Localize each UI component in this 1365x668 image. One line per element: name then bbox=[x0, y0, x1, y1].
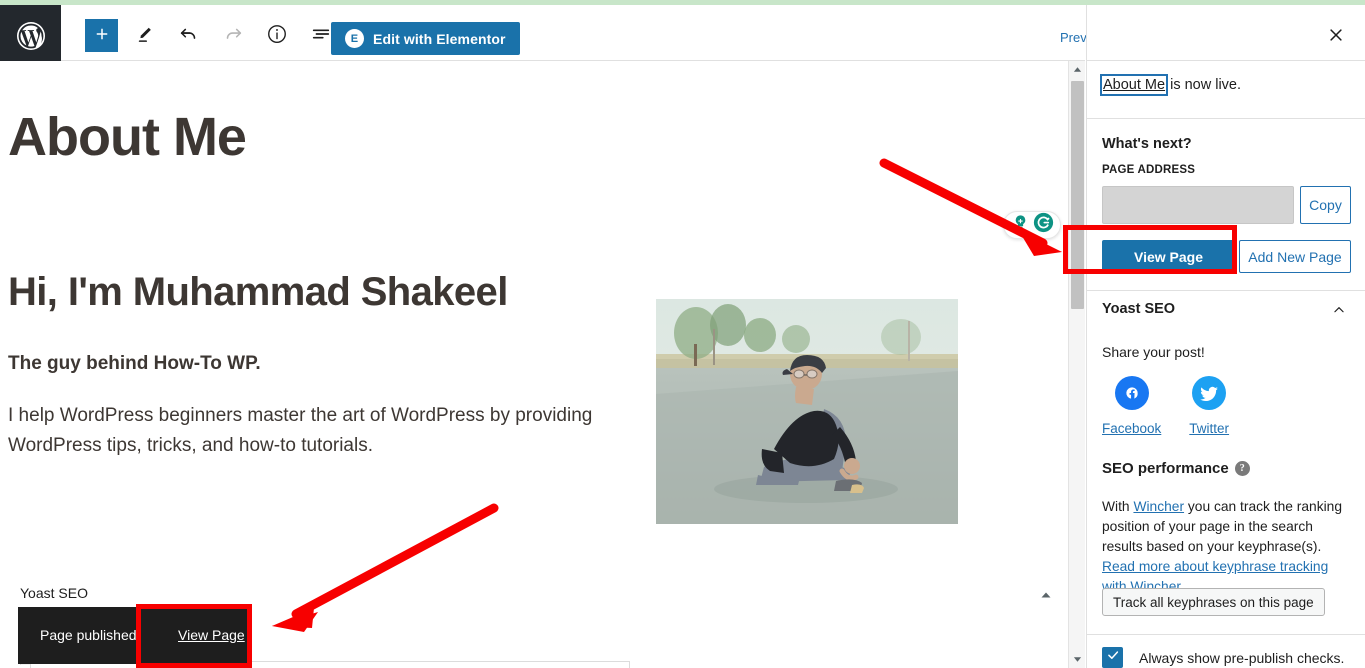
snackbar-view-page-button[interactable]: View Page bbox=[178, 627, 245, 643]
scrollbar-thumb[interactable] bbox=[1071, 81, 1084, 309]
edit-with-elementor-label: Edit with Elementor bbox=[373, 30, 506, 47]
share-facebook-label: Facebook bbox=[1102, 421, 1162, 436]
wordpress-logo-button[interactable] bbox=[0, 5, 61, 66]
person-on-road-image bbox=[656, 299, 958, 524]
snackbar-message: Page published. bbox=[40, 627, 141, 643]
copy-button[interactable]: Copy bbox=[1300, 186, 1351, 224]
elementor-badge-icon: E bbox=[345, 29, 364, 48]
redo-button[interactable] bbox=[216, 19, 250, 53]
page-title-block[interactable]: About Me bbox=[8, 106, 247, 168]
image-block[interactable] bbox=[656, 299, 958, 524]
page-address-input[interactable] bbox=[1102, 186, 1294, 224]
scrollbar-down-arrow[interactable] bbox=[1069, 651, 1086, 668]
editor-top-bar: E Edit with Elementor Prev bbox=[0, 5, 1087, 66]
pre-publish-sidebar: About Me is now live. What's next? PAGE … bbox=[1086, 5, 1365, 668]
bold-intro-block[interactable]: The guy behind How-To WP. bbox=[8, 353, 261, 375]
checkmark-icon bbox=[1106, 648, 1120, 667]
published-notice: About Me is now live. bbox=[1099, 74, 1242, 96]
undo-button[interactable] bbox=[172, 19, 206, 53]
page-address-label: PAGE ADDRESS bbox=[1102, 164, 1196, 176]
yoast-metabox-title: Yoast SEO bbox=[20, 585, 88, 601]
tools-pencil-button[interactable] bbox=[128, 19, 162, 53]
question-mark-icon[interactable]: ? bbox=[1234, 461, 1250, 476]
sidebar-divider-1 bbox=[1087, 118, 1365, 119]
heading-block[interactable]: Hi, I'm Muhammad Shakeel bbox=[8, 270, 508, 315]
prepublish-checkbox[interactable] bbox=[1102, 647, 1123, 668]
prepublish-checks-label: Always show pre-publish checks. bbox=[1139, 649, 1345, 666]
redo-arrow-icon bbox=[222, 23, 244, 48]
facebook-icon bbox=[1114, 376, 1149, 415]
share-facebook-button[interactable]: Facebook bbox=[1102, 376, 1161, 436]
scrollbar-up-arrow[interactable] bbox=[1069, 61, 1086, 78]
close-icon[interactable] bbox=[1324, 23, 1348, 47]
info-circle-icon bbox=[266, 23, 288, 48]
grammarly-widget[interactable] bbox=[1003, 211, 1061, 239]
seo-performance-label: SEO performance bbox=[1102, 460, 1229, 477]
prepublish-checks-row: Always show pre-publish checks. bbox=[1102, 647, 1344, 668]
published-page-link[interactable]: About Me bbox=[1099, 74, 1169, 96]
sidebar-divider-3 bbox=[1087, 634, 1365, 635]
wincher-text-part-1: With bbox=[1102, 499, 1134, 514]
view-page-button[interactable]: View Page bbox=[1102, 240, 1235, 273]
wincher-description: With Wincher you can track the ranking p… bbox=[1102, 497, 1354, 597]
undo-arrow-icon bbox=[178, 23, 200, 48]
share-twitter-label: Twitter bbox=[1189, 421, 1230, 436]
add-block-button[interactable] bbox=[85, 19, 118, 52]
sidebar-yoast-collapse-button[interactable] bbox=[1329, 301, 1349, 321]
share-your-post-label: Share your post! bbox=[1102, 344, 1205, 360]
wordpress-logo-icon bbox=[15, 20, 47, 52]
seo-performance-heading: SEO performance ? bbox=[1102, 460, 1250, 477]
wincher-link[interactable]: Wincher bbox=[1133, 499, 1184, 514]
yoast-metabox-collapse-button[interactable] bbox=[1036, 586, 1056, 606]
editor-scrollbar[interactable] bbox=[1068, 61, 1085, 668]
plus-icon bbox=[93, 25, 111, 46]
wordpress-block-editor-screen: E Edit with Elementor Prev About Me Hi, … bbox=[0, 0, 1365, 668]
grammarly-g-icon[interactable] bbox=[1033, 212, 1054, 238]
edit-with-elementor-button[interactable]: E Edit with Elementor bbox=[331, 22, 520, 55]
chevron-up-icon bbox=[1332, 303, 1346, 320]
sidebar-yoast-title: Yoast SEO bbox=[1102, 301, 1176, 317]
whats-next-heading: What's next? bbox=[1102, 136, 1192, 152]
snackbar-notice: Page published. View Page bbox=[18, 607, 248, 664]
social-share-group: Facebook Twitter bbox=[1102, 376, 1229, 436]
list-view-icon bbox=[310, 23, 332, 48]
editor-tools-group bbox=[85, 5, 338, 66]
chevron-up-icon bbox=[1040, 589, 1052, 604]
add-new-page-button[interactable]: Add New Page bbox=[1239, 240, 1351, 273]
sidebar-divider-2 bbox=[1087, 290, 1365, 291]
paragraph-block[interactable]: I help WordPress beginners master the ar… bbox=[8, 401, 628, 461]
details-button[interactable] bbox=[260, 19, 294, 53]
sidebar-header bbox=[1087, 5, 1365, 61]
published-notice-suffix: is now live. bbox=[1166, 77, 1242, 93]
pencil-icon bbox=[135, 24, 155, 47]
share-twitter-button[interactable]: Twitter bbox=[1189, 376, 1229, 436]
track-all-keyphrases-button[interactable]: Track all keyphrases on this page bbox=[1102, 588, 1325, 616]
twitter-icon bbox=[1192, 376, 1227, 415]
lightbulb-icon[interactable] bbox=[1011, 213, 1030, 237]
preview-link[interactable]: Prev bbox=[1060, 30, 1087, 45]
